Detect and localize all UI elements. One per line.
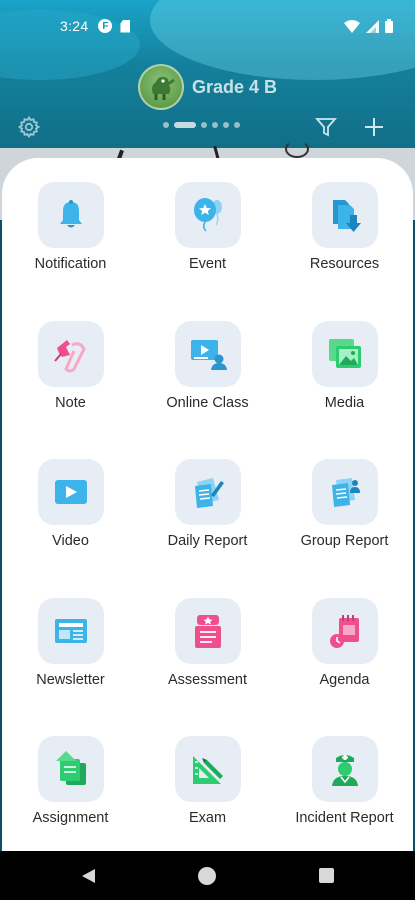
menu-item-label: Assessment <box>168 671 247 688</box>
exam-icon <box>192 756 223 784</box>
filter-button[interactable] <box>312 112 340 142</box>
gear-icon <box>17 115 41 139</box>
menu-item-label: Note <box>55 394 86 411</box>
page-indicator <box>163 122 240 128</box>
menu-item-icon-container <box>174 182 241 248</box>
menu-item-online-class[interactable]: Online Class <box>139 320 276 460</box>
menu-item-media[interactable]: Media <box>276 320 413 460</box>
menu-item-label: Newsletter <box>36 671 105 688</box>
agenda-icon <box>329 614 359 648</box>
menu-item-label: Group Report <box>300 533 389 549</box>
page-dot <box>163 122 169 128</box>
newsletter-icon <box>54 618 87 643</box>
menu-item-icon-container <box>174 736 241 802</box>
sd-card-icon <box>120 19 131 33</box>
create-menu-sheet: Notification Event Resources Note Online… <box>2 158 413 851</box>
add-button[interactable] <box>360 112 388 142</box>
balloon-icon <box>193 198 222 232</box>
class-name: Grade 4 B <box>191 76 278 97</box>
status-bar: 3:24 F <box>0 0 415 52</box>
assignment-icon <box>55 751 86 785</box>
bell-icon <box>59 200 82 228</box>
settings-button[interactable] <box>14 112 44 142</box>
recents-icon[interactable] <box>319 868 334 883</box>
pin-paperclip-icon <box>53 339 86 372</box>
page-dot <box>201 122 207 128</box>
menu-item-icon-container <box>311 597 378 664</box>
class-avatar <box>137 64 184 110</box>
signal-icon <box>366 19 379 33</box>
menu-item-assessment[interactable]: Assessment <box>139 597 276 737</box>
menu-item-label: Video <box>52 533 89 549</box>
menu-item-note[interactable]: Note <box>2 320 139 460</box>
group-report-icon <box>331 478 360 507</box>
class-selector[interactable]: Grade 4 B <box>0 62 415 112</box>
system-navigation-bar <box>0 851 415 900</box>
menu-item-label: Exam <box>188 810 227 826</box>
documents-download-icon <box>332 200 361 232</box>
menu-item-label: Daily Report <box>167 533 248 549</box>
menu-item-agenda[interactable]: Agenda <box>276 597 413 737</box>
menu-item-label: Resources <box>309 256 380 272</box>
video-play-icon <box>54 480 87 504</box>
app-notification-icon: F <box>98 19 113 33</box>
menu-item-label: Incident Report <box>295 810 394 826</box>
menu-item-newsletter[interactable]: Newsletter <box>2 597 139 737</box>
battery-icon <box>385 19 393 33</box>
home-icon[interactable] <box>198 867 216 885</box>
menu-item-notification[interactable]: Notification <box>2 182 139 321</box>
page-dot <box>212 122 218 128</box>
menu-item-icon-container <box>311 459 378 525</box>
menu-item-video[interactable]: Video <box>2 459 139 598</box>
page-dot <box>223 122 229 128</box>
menu-item-daily-report[interactable]: Daily Report <box>139 459 276 598</box>
menu-item-label: Notification <box>34 256 107 272</box>
menu-item-icon-container <box>311 736 378 802</box>
menu-item-icon-container <box>174 459 241 525</box>
menu-item-icon-container <box>37 459 104 525</box>
plus-icon <box>365 118 383 136</box>
wifi-icon <box>344 19 360 33</box>
menu-item-label: Agenda <box>319 671 370 688</box>
menu-item-label: Event <box>188 256 227 272</box>
daily-report-icon <box>194 478 224 508</box>
incident-report-icon <box>331 755 358 786</box>
menu-item-event[interactable]: Event <box>139 182 276 321</box>
online-class-icon <box>190 339 227 370</box>
back-icon[interactable] <box>80 868 96 884</box>
menu-item-icon-container <box>174 320 241 387</box>
menu-item-label: Assignment <box>32 810 109 826</box>
page-dot-active <box>174 122 196 128</box>
menu-item-icon-container <box>174 597 241 664</box>
feed-preview-mark <box>285 140 309 158</box>
page-dot <box>234 122 240 128</box>
menu-item-icon-container <box>37 736 104 802</box>
menu-item-label: Online Class <box>166 394 249 411</box>
menu-item-group-report[interactable]: Group Report <box>276 459 413 598</box>
menu-item-icon-container <box>37 182 104 248</box>
status-time: 3:24 <box>60 18 89 34</box>
dinosaur-icon <box>151 76 175 100</box>
menu-item-icon-container <box>311 182 378 248</box>
status-icons <box>344 19 393 33</box>
media-gallery-icon <box>328 338 361 368</box>
menu-item-icon-container <box>311 320 378 387</box>
filter-icon <box>315 118 337 137</box>
menu-item-label: Media <box>324 394 365 411</box>
menu-grid: Notification Event Resources Note Online… <box>2 182 413 875</box>
assessment-icon <box>194 614 221 648</box>
menu-item-icon-container <box>37 597 104 664</box>
menu-item-resources[interactable]: Resources <box>276 182 413 321</box>
menu-item-icon-container <box>37 320 104 387</box>
